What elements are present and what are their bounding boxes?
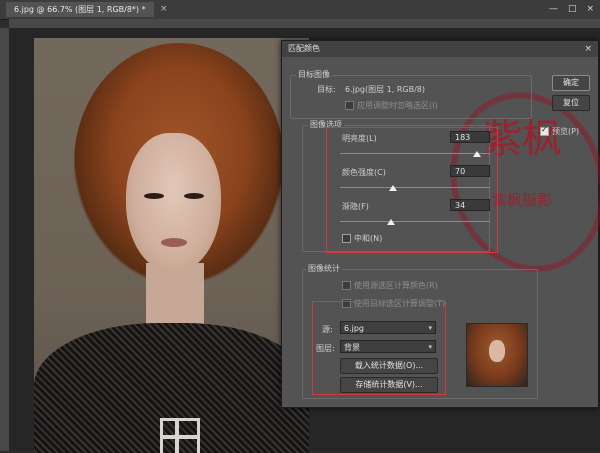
image-options-highlight	[326, 127, 498, 253]
window-controls: — □ ×	[549, 2, 594, 17]
dialog-title: 匹配颜色	[288, 44, 320, 53]
dialog-title-bar[interactable]: 匹配颜色 ×	[282, 41, 598, 57]
image-statistics-group-label: 图像统计	[306, 263, 342, 274]
close-window-icon[interactable]: ×	[586, 2, 594, 17]
portrait-photo	[34, 38, 309, 453]
match-color-dialog: 匹配颜色 × 紫枫 紫枫摄影 目标图像 目标: 6.jpg(图层 1, RGB/…	[281, 40, 600, 408]
target-value: 6.jpg(图层 1, RGB/8)	[345, 85, 426, 94]
document-tab-bar: 6.jpg @ 66.7% (图层 1, RGB/8*) * × — □ ×	[0, 0, 600, 20]
photo-cross-pendant	[160, 418, 200, 453]
target-image-group	[290, 75, 532, 119]
thumbnail-face	[489, 340, 505, 362]
target-image-group-label: 目标图像	[296, 69, 332, 80]
close-tab-icon[interactable]: ×	[160, 2, 168, 17]
use-source-selection-checkbox[interactable]	[342, 281, 351, 290]
document-tab[interactable]: 6.jpg @ 66.7% (图层 1, RGB/8*) *	[6, 2, 154, 17]
preview-label: 预览(P)	[552, 127, 580, 136]
ok-button[interactable]: 确定	[552, 75, 590, 91]
photo-eye-left	[144, 193, 164, 199]
photo-eye-right	[184, 193, 204, 199]
minimize-icon[interactable]: —	[549, 2, 558, 17]
maximize-icon[interactable]: □	[568, 2, 577, 17]
ignore-selection-label: 应用调整时忽略选区(I)	[357, 101, 438, 110]
image-statistics-highlight	[312, 301, 446, 395]
watermark-text: 紫枫摄影	[492, 191, 553, 209]
target-label: 目标:	[317, 85, 336, 94]
preview-checkbox[interactable]	[540, 125, 549, 136]
reset-button[interactable]: 复位	[552, 95, 590, 111]
source-thumbnail	[466, 323, 528, 387]
photo-lips	[161, 238, 187, 247]
dialog-close-icon[interactable]: ×	[584, 41, 592, 57]
photo-face	[126, 133, 221, 273]
document-tab-title: 6.jpg @ 66.7% (图层 1, RGB/8*) *	[14, 5, 146, 14]
use-source-selection-label: 使用源选区计算颜色(R)	[354, 281, 438, 290]
ignore-selection-checkbox[interactable]	[345, 101, 354, 110]
